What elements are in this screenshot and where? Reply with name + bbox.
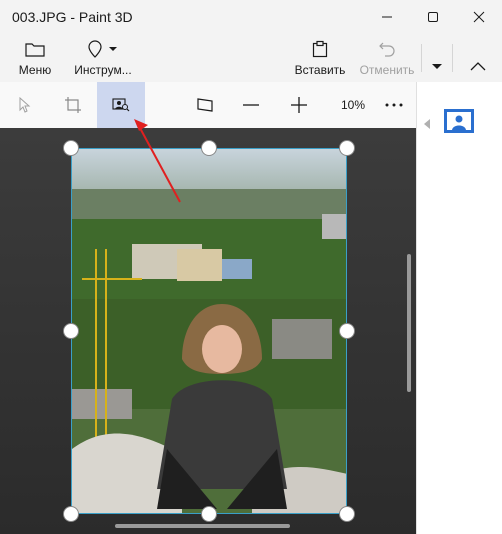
more-icon <box>385 103 403 107</box>
resize-handle-bottom-right[interactable] <box>339 506 355 522</box>
zoom-level[interactable]: 10% <box>334 82 372 128</box>
canvas-image <box>71 148 347 514</box>
paste-label: Вставить <box>294 63 346 77</box>
resize-handle-top-right[interactable] <box>339 140 355 156</box>
minus-icon <box>243 104 259 106</box>
undo-label: Отменить <box>359 63 415 77</box>
ribbon-divider-2 <box>452 44 453 72</box>
flip-tool-button[interactable] <box>188 82 222 128</box>
clipboard-icon <box>312 38 328 60</box>
horizontal-scrollbar[interactable] <box>115 524 290 528</box>
maximize-icon <box>428 12 438 22</box>
zoom-out-button[interactable] <box>234 82 268 128</box>
resize-handle-bottom[interactable] <box>201 506 217 522</box>
resize-handle-bottom-left[interactable] <box>63 506 79 522</box>
close-button[interactable] <box>456 0 502 34</box>
resize-handle-left[interactable] <box>63 323 79 339</box>
magic-select-icon <box>112 98 130 112</box>
resize-handle-right[interactable] <box>339 323 355 339</box>
window-title: 003.JPG - Paint 3D <box>12 9 133 25</box>
resize-handle-top[interactable] <box>201 140 217 156</box>
ribbon: Меню Инструм... Вставить Отменить <box>0 34 502 82</box>
menu-button[interactable]: Меню <box>10 34 60 82</box>
tools-label: Инструм... <box>74 63 132 77</box>
maximize-button[interactable] <box>410 0 456 34</box>
minimize-button[interactable] <box>364 0 410 34</box>
ribbon-divider <box>421 44 422 72</box>
tool-strip: 10% <box>0 82 416 129</box>
flag-icon <box>197 98 213 112</box>
minimize-icon <box>382 16 392 18</box>
menu-label: Меню <box>18 63 52 77</box>
pin-icon <box>88 40 117 58</box>
magic-select-panel-icon[interactable] <box>443 108 475 134</box>
more-tools-button[interactable] <box>378 82 410 128</box>
pointer-icon <box>19 97 31 113</box>
collapse-ribbon-button[interactable] <box>458 34 498 82</box>
more-options-dropdown[interactable] <box>426 34 448 82</box>
title-bar: 003.JPG - Paint 3D <box>0 0 502 34</box>
chevron-left-icon[interactable] <box>423 119 431 129</box>
chevron-up-icon <box>470 62 486 71</box>
chevron-down-icon <box>109 47 117 51</box>
select-tool-button[interactable] <box>8 82 42 128</box>
chevron-down-icon <box>432 64 442 69</box>
tools-button[interactable]: Инструм... <box>72 34 134 82</box>
undo-icon <box>378 38 396 60</box>
vertical-scrollbar[interactable] <box>407 254 411 392</box>
paint3d-window: 003.JPG - Paint 3D Меню Инструм... Встав… <box>0 0 502 534</box>
folder-icon <box>25 38 45 60</box>
zoom-in-button[interactable] <box>282 82 316 128</box>
magic-select-tool-button[interactable] <box>97 82 145 128</box>
resize-handle-top-left[interactable] <box>63 140 79 156</box>
undo-button[interactable]: Отменить <box>358 34 416 82</box>
close-icon <box>473 11 485 23</box>
crop-tool-button[interactable] <box>56 82 90 128</box>
canvas-area[interactable] <box>0 128 416 534</box>
crop-icon <box>65 97 81 113</box>
paste-button[interactable]: Вставить <box>292 34 348 82</box>
plus-icon <box>291 97 307 113</box>
side-panel <box>416 82 502 534</box>
